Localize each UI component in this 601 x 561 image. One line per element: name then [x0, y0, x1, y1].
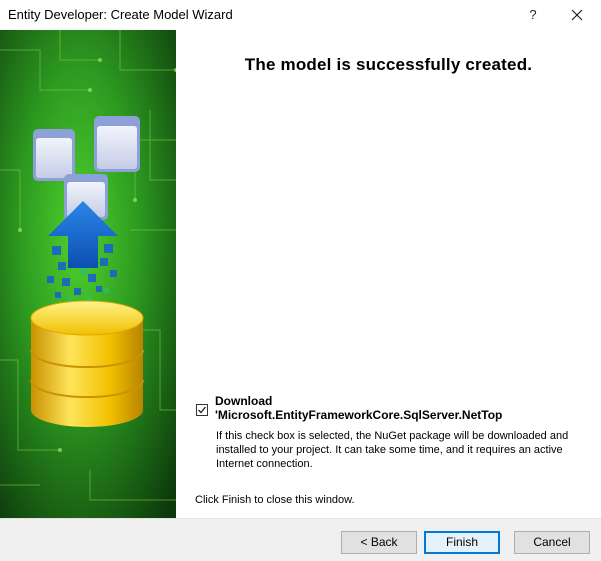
create-model-wizard-window: Entity Developer: Create Model Wizard ?: [0, 0, 601, 561]
success-heading: The model is successfully created.: [244, 55, 533, 74]
title-bar[interactable]: Entity Developer: Create Model Wizard ?: [0, 0, 601, 30]
cancel-button[interactable]: Cancel: [514, 531, 590, 554]
wizard-side-illustration: [0, 30, 176, 518]
checkmark-icon: [198, 406, 206, 414]
download-package-label[interactable]: Download 'Microsoft.EntityFrameworkCore.…: [215, 394, 585, 422]
database-upload-illustration: [0, 30, 176, 518]
close-icon: [571, 9, 583, 21]
back-button[interactable]: < Back: [341, 531, 417, 554]
download-label-line1: Download: [215, 394, 273, 408]
download-package-description: If this check box is selected, the NuGet…: [216, 430, 569, 470]
help-button[interactable]: ?: [516, 2, 550, 28]
download-label-line2: 'Microsoft.EntityFrameworkCore.SqlServer…: [215, 408, 503, 422]
download-package-checkbox[interactable]: [196, 404, 208, 416]
window-title: Entity Developer: Create Model Wizard: [8, 7, 233, 22]
wizard-button-bar: < Back Finish Cancel: [0, 518, 601, 561]
close-button[interactable]: [560, 2, 594, 28]
finish-instruction-text: Click Finish to close this window.: [195, 494, 355, 506]
finish-button[interactable]: Finish: [424, 531, 500, 554]
